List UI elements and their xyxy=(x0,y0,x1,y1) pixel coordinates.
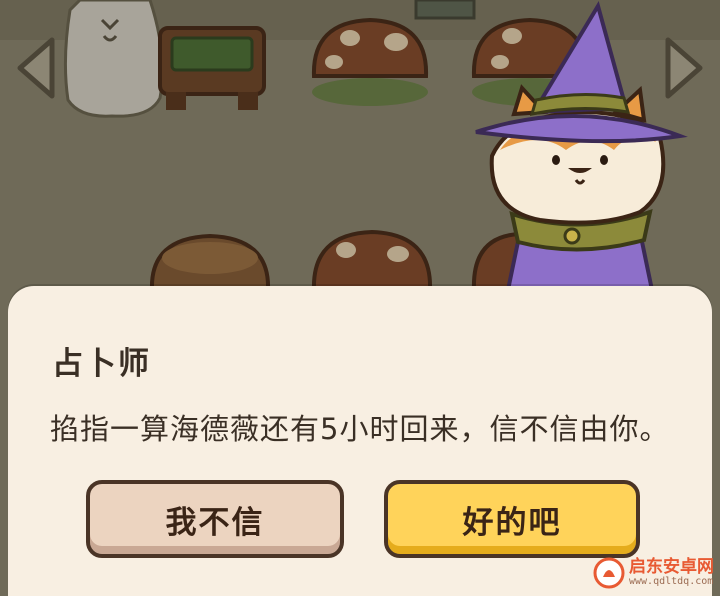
watermark-logo-icon xyxy=(593,557,625,589)
dialog-box: 占卜师 掐指一算海德薇还有5小时回来，信不信由你。 我不信 好的吧 xyxy=(8,286,712,596)
gray-cat xyxy=(63,0,164,118)
dialog-message: 掐指一算海德薇还有5小时回来，信不信由你。 xyxy=(50,412,670,446)
speaker-name: 占卜师 xyxy=(52,346,151,382)
mushroom-stool xyxy=(311,17,429,106)
watermark-url: www.qdltdq.com xyxy=(629,576,714,587)
watermark: 启东安卓网 www.qdltdq.com xyxy=(593,554,714,592)
accept-button[interactable]: 好的吧 xyxy=(384,480,640,558)
top-crate xyxy=(414,0,476,20)
watermark-title: 启东安卓网 xyxy=(629,557,714,577)
decline-button[interactable]: 我不信 xyxy=(86,480,344,558)
